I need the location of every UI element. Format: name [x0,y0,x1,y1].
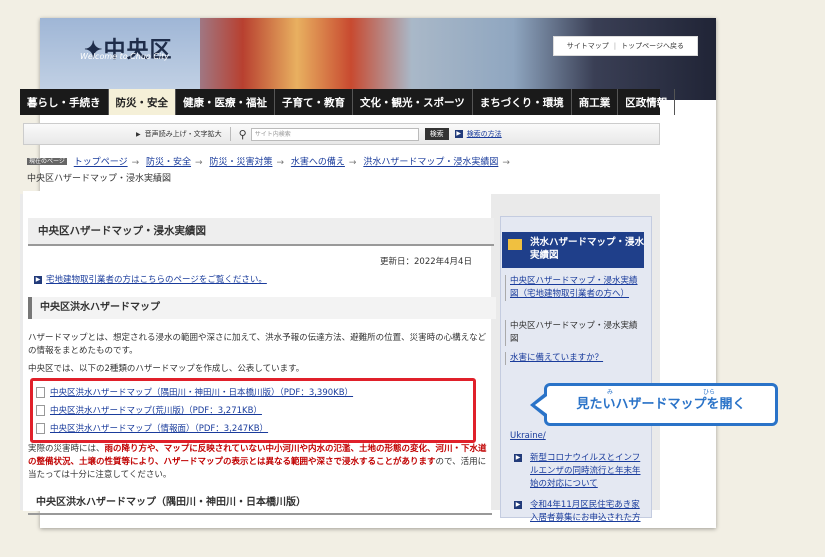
sidebar-item-current: 中央区ハザードマップ・浸水実績図 [505,320,642,346]
header-links: サイトマップ | トップページへ戻る [552,36,698,56]
callout-box: み ひら 見たいハザードマップを開く [544,383,778,426]
real-estate-notice-link[interactable]: 宅地建物取引業者の方はこちらのページをご覧ください。 [46,275,267,285]
nav-item-commerce[interactable]: 商工業 [572,89,619,115]
nav-item-safety[interactable]: 防災・安全 [108,89,176,115]
breadcrumb: 現在のページ トップページ → 防災・安全 → 防災・災害対策 → 水害への備え → 洪… [27,154,627,187]
sidebar-item: 水害に備えていますか？ [505,352,642,365]
search-button[interactable]: 検索 [424,128,449,140]
sidebar-heading: 洪水ハザードマップ・浸水実績図 [502,232,644,268]
breadcrumb-link-disaster[interactable]: 防災・災害対策 [209,158,272,168]
arrow-right-icon: → [502,157,510,168]
breadcrumb-link-safety[interactable]: 防災・安全 [146,158,191,168]
logo-tagline: Welcome to Chuo City [80,52,170,61]
arrow-box-icon: ▶ [34,275,42,284]
notice-link-row: ▶ 宅地建物取引業者の方はこちらのページをご覧ください。 [34,273,267,285]
arrow-box-icon: ▶ [454,130,463,138]
sidebar-item: ▶ 新型コロナウイルスとインフルエンザの同時流行と年末年始の対応について [514,452,646,491]
section-heading-sumida: 中央区洪水ハザードマップ（隅田川・神田川・日本橋川版） [28,493,492,515]
pdf-link-row: 中央区洪水ハザードマップ(荒川版)（PDF：3,271KB） [36,404,262,416]
updated-date: 更新日：2022年4月4日 [380,257,472,267]
arrow-box-icon: ▶ [514,454,522,462]
search-input[interactable]: サイト内検索 [250,127,419,141]
nav-item-culture[interactable]: 文化・観光・スポーツ [353,89,473,115]
top-page-link[interactable]: トップページへ戻る [616,42,689,50]
arrow-box-icon: ▶ [514,501,522,509]
pdf-icon [36,405,45,416]
divider [229,127,231,141]
search-icon: ⚲ [238,127,247,141]
warning-prefix: 実際の災害時には、 [28,444,105,454]
pdf-link-sumida[interactable]: 中央区洪水ハザードマップ（隅田川・神田川・日本橋川版）（PDF：3,390KB） [50,388,353,398]
triangle-right-icon: ▶ [136,131,141,138]
nav-item-childcare[interactable]: 子育て・教育 [275,89,353,115]
sidebar-item: ▶ 令和4年11月区民住宅あき家入居者募集にお申込された方 [514,499,646,525]
callout-text: 見たいハザードマップを開く [576,397,746,412]
read-aloud-link[interactable]: ▶ 音声読み上げ・文字拡大 [136,129,222,139]
arrow-right-icon: → [276,157,285,168]
callout-ruby: み ひら [547,386,775,397]
nav-item-health[interactable]: 健康・医療・福祉 [176,89,275,115]
sidebar-link-covid[interactable]: 新型コロナウイルスとインフルエンザの同時流行と年末年始の対応について [530,453,641,489]
site-header: ✦中央区 Welcome to Chuo City サイトマップ | トップページへ… [40,18,716,100]
search-bar: ▶ 音声読み上げ・文字拡大 ⚲ サイト内検索 検索 ▶ 検索の方法 [23,123,660,145]
breadcrumb-link-hazardmap[interactable]: 洪水ハザードマップ・浸水実績図 [363,158,498,168]
ruby-hira: ひら [703,389,716,396]
sidebar-current-label: 中央区ハザードマップ・浸水実績図 [510,321,638,344]
breadcrumb-current: 中央区ハザードマップ・浸水実績図 [27,173,172,184]
types-paragraph: 中央区では、以下の2種類のハザードマップを作成し、公表しています。 [28,364,305,374]
global-nav: 暮らし・手続き 防災・安全 健康・医療・福祉 子育て・教育 文化・観光・スポーツ… [20,89,676,115]
intro-paragraph: ハザードマップとは、想定される浸水の範囲や深さに加えて、洪水予報の伝達方法、避難… [28,333,487,356]
arrow-right-icon: → [195,157,203,168]
breadcrumb-link-top[interactable]: トップページ [74,158,128,168]
sitemap-link[interactable]: サイトマップ [562,42,614,50]
callout-pointer-inner [535,396,547,414]
breadcrumb-link-flood[interactable]: 水害への備え [291,158,345,168]
nav-item-government[interactable]: 区政情報 [618,89,676,115]
arrow-right-icon: → [131,157,140,168]
pdf-link-row: 中央区洪水ハザードマップ（隅田川・神田川・日本橋川版）（PDF：3,390KB） [36,386,353,398]
sidebar-item: Ukraine/ [510,430,642,443]
pdf-link-arakawa[interactable]: 中央区洪水ハザードマップ(荒川版)（PDF：3,271KB） [50,406,262,416]
sidebar-link-housing[interactable]: 令和4年11月区民住宅あき家入居者募集にお申込された方 [530,500,641,523]
search-help-link[interactable]: 検索の方法 [467,129,502,139]
arrow-right-icon: → [348,157,357,168]
nav-item-living[interactable]: 暮らし・手続き [20,89,109,115]
section-heading-flood-map: 中央区洪水ハザードマップ [28,297,496,319]
current-page-badge: 現在のページ [27,158,67,165]
logo-area[interactable]: ✦中央区 Welcome to Chuo City [40,18,200,100]
read-aloud-label: 音声読み上げ・文字拡大 [144,130,222,138]
sidebar-link-ukraine[interactable]: Ukraine/ [510,431,546,441]
pdf-link-row: 中央区洪水ハザードマップ（情報面）（PDF：3,247KB） [36,422,268,434]
ruby-mi: み [606,389,613,396]
sidebar-item: 中央区ハザードマップ・浸水実績図（宅地建物取引業者の方へ） [505,275,642,301]
sidebar-link-realestate[interactable]: 中央区ハザードマップ・浸水実績図（宅地建物取引業者の方へ） [510,276,638,299]
folder-icon [508,239,522,250]
page-title: 中央区ハザードマップ・浸水実績図 [28,218,494,246]
warning-paragraph: 実際の災害時には、雨の降り方や、マップに反映されていない中小河川や内水の氾濫、土… [28,443,490,482]
pdf-icon [36,423,45,434]
nav-item-town[interactable]: まちづくり・環境 [473,89,572,115]
pdf-icon [36,387,45,398]
pdf-link-info[interactable]: 中央区洪水ハザードマップ（情報面）（PDF：3,247KB） [50,424,268,434]
sidebar-link-prepare[interactable]: 水害に備えていますか？ [510,353,603,363]
